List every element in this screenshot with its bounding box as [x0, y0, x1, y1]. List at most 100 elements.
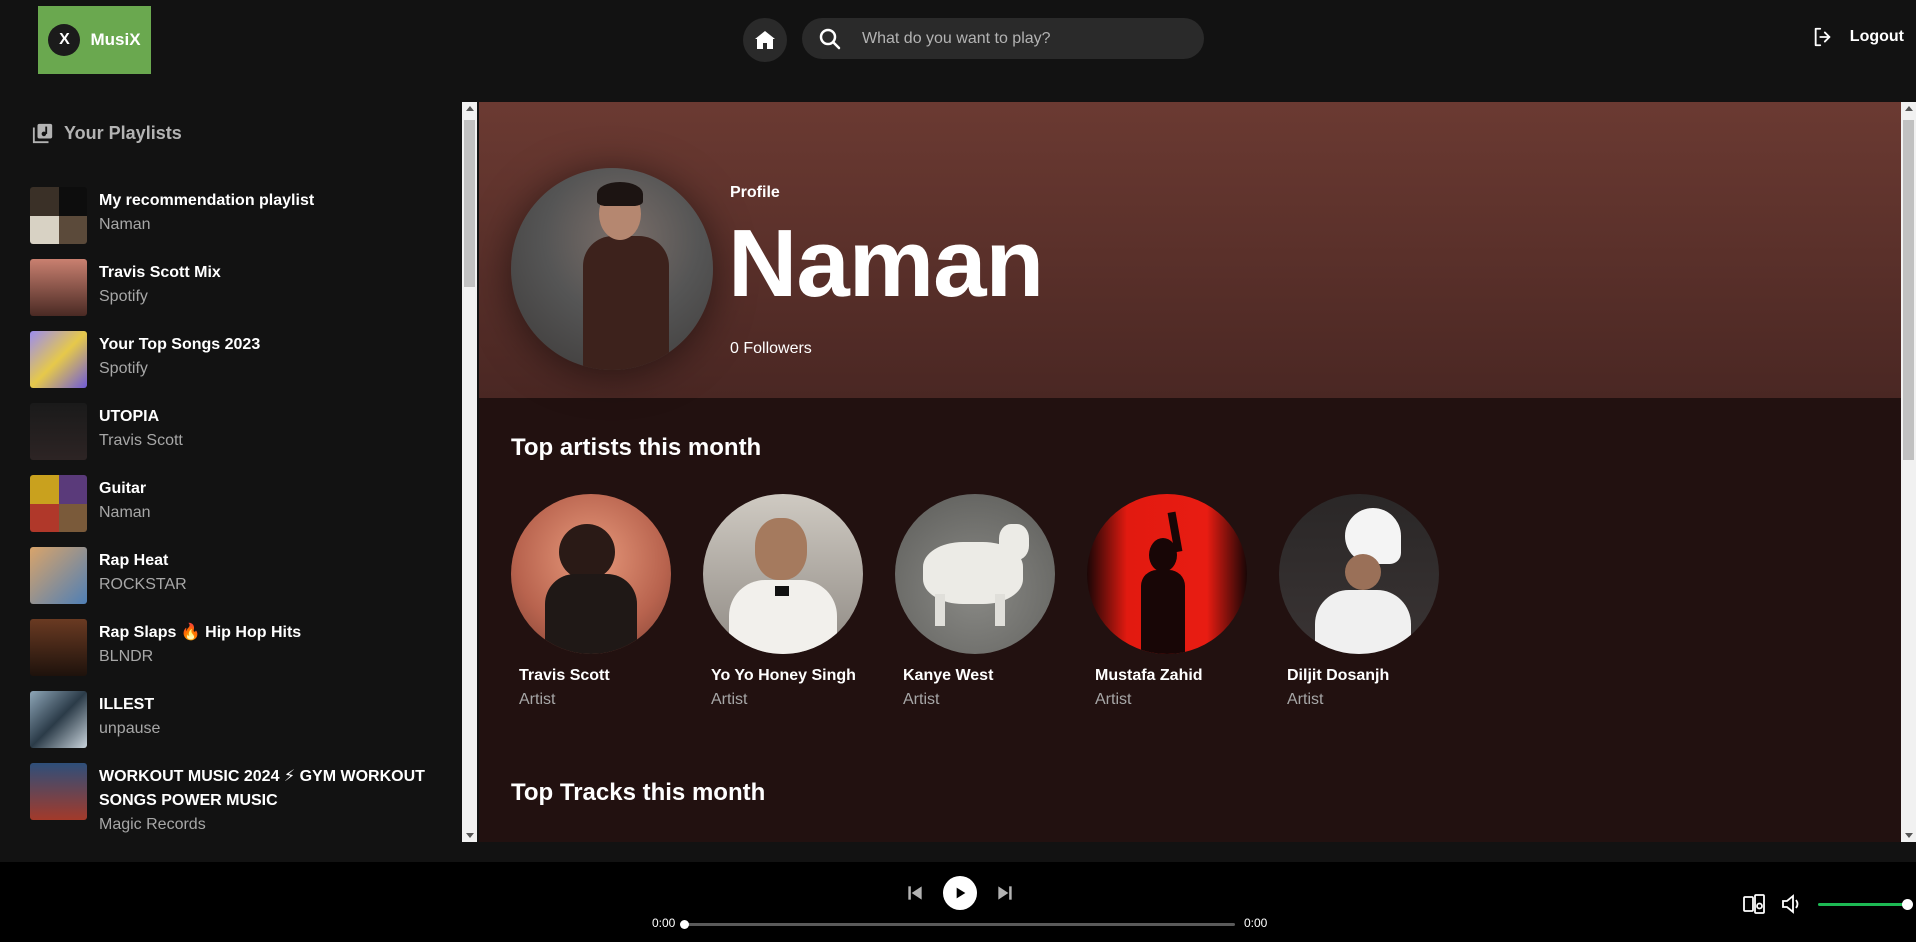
scrollbar-thumb[interactable]	[464, 120, 475, 287]
playlist-cover	[30, 691, 87, 748]
playlist-cover	[30, 331, 87, 388]
playlist-item[interactable]: Travis Scott Mix Spotify	[30, 258, 450, 330]
main-content: Profile Naman 0 Followers Top artists th…	[479, 102, 1901, 842]
search-icon	[812, 21, 848, 57]
artist-card[interactable]: Kanye West Artist	[895, 494, 1055, 712]
scroll-up-arrow[interactable]	[1905, 106, 1913, 111]
artist-role: Artist	[711, 691, 748, 708]
artist-name: Kanye West	[903, 667, 994, 684]
artist-role: Artist	[1095, 691, 1132, 708]
playlist-cover	[30, 619, 87, 676]
artist-card[interactable]: Mustafa Zahid Artist	[1087, 494, 1247, 712]
artist-name: Travis Scott	[519, 667, 610, 684]
playlist-owner: Spotify	[99, 288, 148, 305]
logout-icon	[1814, 27, 1831, 47]
logout-button[interactable]: Logout	[1812, 26, 1904, 48]
search-bar[interactable]	[802, 18, 1204, 59]
playlist-owner: ROCKSTAR	[99, 576, 187, 593]
profile-name: Naman	[728, 210, 1044, 317]
artist-card[interactable]: Yo Yo Honey Singh Artist	[703, 494, 863, 712]
playlist-owner: BLNDR	[99, 648, 154, 665]
current-time: 0:00	[652, 916, 676, 930]
playlist-name: Your Top Songs 2023	[99, 336, 261, 353]
playlist-item[interactable]: My recommendation playlist Naman	[30, 186, 450, 258]
top-bar: X MusiX Logout	[0, 0, 1916, 102]
home-icon	[755, 31, 775, 49]
artist-image	[1279, 494, 1439, 654]
progress-bar[interactable]	[680, 920, 1235, 929]
artist-card[interactable]: Diljit Dosanjh Artist	[1279, 494, 1439, 712]
progress-knob[interactable]	[680, 920, 689, 929]
profile-header: Profile Naman 0 Followers	[479, 102, 1901, 398]
playback-controls	[905, 876, 1015, 910]
playlist-item[interactable]: Guitar Naman	[30, 474, 450, 546]
home-button[interactable]	[743, 18, 787, 62]
playlist-name: ILLEST	[99, 696, 155, 713]
scroll-up-arrow[interactable]	[466, 106, 474, 111]
artists-row: Travis Scott Artist Yo Yo Honey Singh Ar…	[511, 494, 1439, 712]
scrollbar-thumb[interactable]	[1903, 120, 1914, 460]
top-artists-title: Top artists this month	[511, 434, 762, 461]
artist-image	[703, 494, 863, 654]
total-time: 0:00	[1244, 916, 1268, 930]
sidebar: Your Playlists My recommendation playlis…	[0, 102, 460, 842]
playlist-cover	[30, 259, 87, 316]
previous-track-icon[interactable]	[905, 883, 925, 903]
playlist-name: WORKOUT MUSIC 2024 ⚡ GYM WORKOUT SONGS P…	[99, 768, 425, 809]
playlist-name: Rap Heat	[99, 552, 169, 569]
playlist-item[interactable]: WORKOUT MUSIC 2024 ⚡ GYM WORKOUT SONGS P…	[30, 762, 450, 842]
playlist-owner: Travis Scott	[99, 432, 183, 449]
volume-icon[interactable]	[1780, 892, 1804, 916]
sidebar-scrollbar[interactable]	[462, 102, 477, 842]
playlist-list: My recommendation playlist Naman Travis S…	[30, 186, 450, 842]
search-input[interactable]	[862, 29, 1204, 48]
scroll-down-arrow[interactable]	[466, 833, 474, 838]
artist-image	[511, 494, 671, 654]
playlist-item[interactable]: ILLEST unpause	[30, 690, 450, 762]
playlist-owner: Naman	[99, 504, 151, 521]
artist-card[interactable]: Travis Scott Artist	[511, 494, 671, 712]
playlist-name: My recommendation playlist	[99, 192, 315, 209]
playlist-name: Guitar	[99, 480, 147, 497]
artist-image	[1087, 494, 1247, 654]
playlist-name: UTOPIA	[99, 408, 160, 425]
artist-name: Diljit Dosanjh	[1287, 667, 1390, 684]
playlist-name: Travis Scott Mix	[99, 264, 221, 281]
volume-controls	[1742, 892, 1913, 916]
logo-mark: X	[48, 24, 81, 56]
app-logo[interactable]: X MusiX	[38, 6, 151, 74]
profile-avatar	[511, 168, 713, 370]
playlist-cover	[30, 763, 87, 820]
playlist-name: Rap Slaps 🔥 Hip Hop Hits	[99, 624, 302, 641]
artist-name: Mustafa Zahid	[1095, 667, 1203, 684]
playlist-item[interactable]: UTOPIA Travis Scott	[30, 402, 450, 474]
playlist-cover	[30, 547, 87, 604]
artist-name: Yo Yo Honey Singh	[711, 667, 856, 684]
logout-label: Logout	[1849, 28, 1904, 45]
artist-role: Artist	[519, 691, 556, 708]
sidebar-title[interactable]: Your Playlists	[32, 122, 182, 144]
playlist-item[interactable]: Your Top Songs 2023 Spotify	[30, 330, 450, 402]
top-tracks-title: Top Tracks this month	[511, 779, 766, 806]
profile-label: Profile	[730, 184, 780, 201]
playlist-item[interactable]: Rap Heat ROCKSTAR	[30, 546, 450, 618]
scroll-down-arrow[interactable]	[1905, 833, 1913, 838]
playlist-owner: Magic Records	[99, 816, 206, 833]
devices-icon[interactable]	[1742, 892, 1766, 916]
play-button[interactable]	[943, 876, 977, 910]
next-track-icon[interactable]	[995, 883, 1015, 903]
logo-text: MusiX	[90, 30, 141, 49]
artist-role: Artist	[903, 691, 940, 708]
followers-count: 0 Followers	[730, 340, 812, 357]
main-scrollbar[interactable]	[1901, 102, 1916, 842]
playlist-cover	[30, 475, 87, 532]
playlist-owner: unpause	[99, 720, 161, 737]
playlist-item[interactable]: Rap Slaps 🔥 Hip Hop Hits BLNDR	[30, 618, 450, 690]
volume-slider[interactable]	[1818, 898, 1913, 910]
artist-role: Artist	[1287, 691, 1324, 708]
artist-image	[895, 494, 1055, 654]
volume-knob[interactable]	[1902, 898, 1913, 910]
playlist-cover	[30, 403, 87, 460]
playlist-owner: Spotify	[99, 360, 148, 377]
player-bar: 0:00 0:00	[0, 862, 1916, 942]
